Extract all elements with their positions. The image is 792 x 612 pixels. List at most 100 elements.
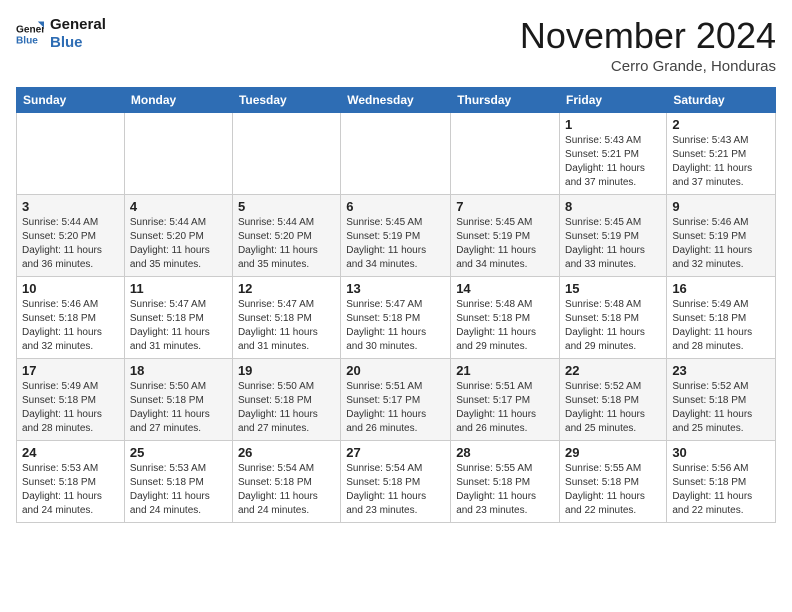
day-info: Sunrise: 5:46 AMSunset: 5:19 PMDaylight:…	[672, 216, 770, 272]
day-number: 18	[130, 363, 227, 378]
day-number: 25	[130, 445, 227, 460]
calendar-cell: 19 Sunrise: 5:50 AMSunset: 5:18 PMDayligh…	[232, 358, 340, 440]
day-number: 1	[565, 117, 661, 132]
calendar-cell: 15Sunrise: 5:48 AMSunset: 5:18 PMDayligh…	[560, 276, 667, 358]
day-number: 10	[22, 281, 119, 296]
logo-line1: General	[50, 16, 106, 34]
day-info: Sunrise: 5:48 AMSunset: 5:18 PMDaylight:…	[565, 298, 661, 354]
day-info: Sunrise: 5:49 AMSunset: 5:18 PMDaylight:…	[22, 380, 119, 436]
day-info: Sunrise: 5:52 AMSunset: 5:18 PMDaylight:…	[565, 380, 661, 436]
day-number: 11	[130, 281, 227, 296]
calendar-cell: 11 Sunrise: 5:47 AMSunset: 5:18 PMDayligh…	[124, 276, 232, 358]
calendar-cell: 8 Sunrise: 5:45 AMSunset: 5:19 PMDaylight…	[560, 194, 667, 276]
header-wednesday: Wednesday	[341, 87, 451, 112]
day-info: Sunrise: 5:51 AMSunset: 5:17 PMDaylight:…	[346, 380, 445, 436]
header-sunday: Sunday	[17, 87, 125, 112]
calendar-cell: 24 Sunrise: 5:53 AMSunset: 5:18 PMDayligh…	[17, 440, 125, 522]
day-number: 28	[456, 445, 554, 460]
calendar-cell: 5Sunrise: 5:44 AMSunset: 5:20 PMDaylight…	[232, 194, 340, 276]
calendar-cell: 7 Sunrise: 5:45 AMSunset: 5:19 PMDaylight…	[451, 194, 560, 276]
day-number: 4	[130, 199, 227, 214]
header-monday: Monday	[124, 87, 232, 112]
day-number: 8	[565, 199, 661, 214]
month-title: November 2024	[520, 16, 776, 56]
day-info: Sunrise: 5:45 AMSunset: 5:19 PMDaylight:…	[346, 216, 445, 272]
calendar-cell: 3 Sunrise: 5:44 AMSunset: 5:20 PMDaylight…	[17, 194, 125, 276]
calendar-week-0: 1 Sunrise: 5:43 AMSunset: 5:21 PMDaylight…	[17, 112, 776, 194]
calendar-week-1: 3 Sunrise: 5:44 AMSunset: 5:20 PMDaylight…	[17, 194, 776, 276]
day-number: 26	[238, 445, 335, 460]
day-info: Sunrise: 5:47 AMSunset: 5:18 PMDaylight:…	[346, 298, 445, 354]
calendar-cell: 18 Sunrise: 5:50 AMSunset: 5:18 PMDayligh…	[124, 358, 232, 440]
day-number: 29	[565, 445, 661, 460]
calendar-cell: 13 Sunrise: 5:47 AMSunset: 5:18 PMDayligh…	[341, 276, 451, 358]
day-info: Sunrise: 5:49 AMSunset: 5:18 PMDaylight:…	[672, 298, 770, 354]
day-number: 27	[346, 445, 445, 460]
calendar-cell: 27 Sunrise: 5:54 AMSunset: 5:18 PMDayligh…	[341, 440, 451, 522]
logo: General Blue General Blue	[16, 16, 106, 52]
calendar-cell: 2Sunrise: 5:43 AMSunset: 5:21 PMDaylight…	[667, 112, 776, 194]
day-info: Sunrise: 5:50 AMSunset: 5:18 PMDaylight:…	[130, 380, 227, 436]
day-number: 30	[672, 445, 770, 460]
day-number: 9	[672, 199, 770, 214]
day-info: Sunrise: 5:48 AMSunset: 5:18 PMDaylight:…	[456, 298, 554, 354]
header-thursday: Thursday	[451, 87, 560, 112]
logo-line2: Blue	[50, 34, 106, 52]
day-number: 2	[672, 117, 770, 132]
day-info: Sunrise: 5:45 AMSunset: 5:19 PMDaylight:…	[456, 216, 554, 272]
calendar-cell: 4 Sunrise: 5:44 AMSunset: 5:20 PMDaylight…	[124, 194, 232, 276]
day-number: 20	[346, 363, 445, 378]
day-info: Sunrise: 5:55 AMSunset: 5:18 PMDaylight:…	[565, 462, 661, 518]
calendar-cell: 16 Sunrise: 5:49 AMSunset: 5:18 PMDayligh…	[667, 276, 776, 358]
day-number: 7	[456, 199, 554, 214]
day-number: 24	[22, 445, 119, 460]
day-info: Sunrise: 5:44 AMSunset: 5:20 PMDaylight:…	[22, 216, 119, 272]
day-number: 16	[672, 281, 770, 296]
day-number: 19	[238, 363, 335, 378]
day-info: Sunrise: 5:50 AMSunset: 5:18 PMDaylight:…	[238, 380, 335, 436]
day-info: Sunrise: 5:55 AMSunset: 5:18 PMDaylight:…	[456, 462, 554, 518]
calendar-week-3: 17 Sunrise: 5:49 AMSunset: 5:18 PMDayligh…	[17, 358, 776, 440]
day-info: Sunrise: 5:44 AMSunset: 5:20 PMDaylight:…	[130, 216, 227, 272]
calendar-cell: 6 Sunrise: 5:45 AMSunset: 5:19 PMDaylight…	[341, 194, 451, 276]
calendar-cell: 30 Sunrise: 5:56 AMSunset: 5:18 PMDayligh…	[667, 440, 776, 522]
calendar-week-4: 24 Sunrise: 5:53 AMSunset: 5:18 PMDayligh…	[17, 440, 776, 522]
day-number: 14	[456, 281, 554, 296]
calendar-cell	[451, 112, 560, 194]
day-info: Sunrise: 5:53 AMSunset: 5:18 PMDaylight:…	[130, 462, 227, 518]
day-number: 23	[672, 363, 770, 378]
calendar-cell: 25 Sunrise: 5:53 AMSunset: 5:18 PMDayligh…	[124, 440, 232, 522]
day-info: Sunrise: 5:47 AMSunset: 5:18 PMDaylight:…	[130, 298, 227, 354]
calendar-week-2: 10Sunrise: 5:46 AMSunset: 5:18 PMDayligh…	[17, 276, 776, 358]
day-info: Sunrise: 5:45 AMSunset: 5:19 PMDaylight:…	[565, 216, 661, 272]
calendar-cell: 22Sunrise: 5:52 AMSunset: 5:18 PMDayligh…	[560, 358, 667, 440]
svg-text:General: General	[16, 24, 44, 35]
calendar-cell: 21Sunrise: 5:51 AMSunset: 5:17 PMDayligh…	[451, 358, 560, 440]
day-info: Sunrise: 5:56 AMSunset: 5:18 PMDaylight:…	[672, 462, 770, 518]
header-saturday: Saturday	[667, 87, 776, 112]
calendar-cell: 1 Sunrise: 5:43 AMSunset: 5:21 PMDaylight…	[560, 112, 667, 194]
calendar-cell: 12Sunrise: 5:47 AMSunset: 5:18 PMDayligh…	[232, 276, 340, 358]
day-number: 6	[346, 199, 445, 214]
calendar-cell: 28 Sunrise: 5:55 AMSunset: 5:18 PMDayligh…	[451, 440, 560, 522]
logo-icon: General Blue	[16, 20, 44, 48]
day-number: 17	[22, 363, 119, 378]
day-number: 3	[22, 199, 119, 214]
day-number: 5	[238, 199, 335, 214]
day-info: Sunrise: 5:54 AMSunset: 5:18 PMDaylight:…	[346, 462, 445, 518]
header-friday: Friday	[560, 87, 667, 112]
day-number: 12	[238, 281, 335, 296]
calendar-table: Sunday Monday Tuesday Wednesday Thursday…	[16, 87, 776, 523]
calendar-cell: 26Sunrise: 5:54 AMSunset: 5:18 PMDayligh…	[232, 440, 340, 522]
day-number: 13	[346, 281, 445, 296]
calendar-cell: 9 Sunrise: 5:46 AMSunset: 5:19 PMDaylight…	[667, 194, 776, 276]
day-info: Sunrise: 5:53 AMSunset: 5:18 PMDaylight:…	[22, 462, 119, 518]
calendar-cell: 17 Sunrise: 5:49 AMSunset: 5:18 PMDayligh…	[17, 358, 125, 440]
location-subtitle: Cerro Grande, Honduras	[520, 58, 776, 75]
calendar-cell: 20 Sunrise: 5:51 AMSunset: 5:17 PMDayligh…	[341, 358, 451, 440]
calendar-cell	[341, 112, 451, 194]
day-info: Sunrise: 5:52 AMSunset: 5:18 PMDaylight:…	[672, 380, 770, 436]
header-tuesday: Tuesday	[232, 87, 340, 112]
calendar-cell	[232, 112, 340, 194]
day-info: Sunrise: 5:43 AMSunset: 5:21 PMDaylight:…	[565, 134, 661, 190]
